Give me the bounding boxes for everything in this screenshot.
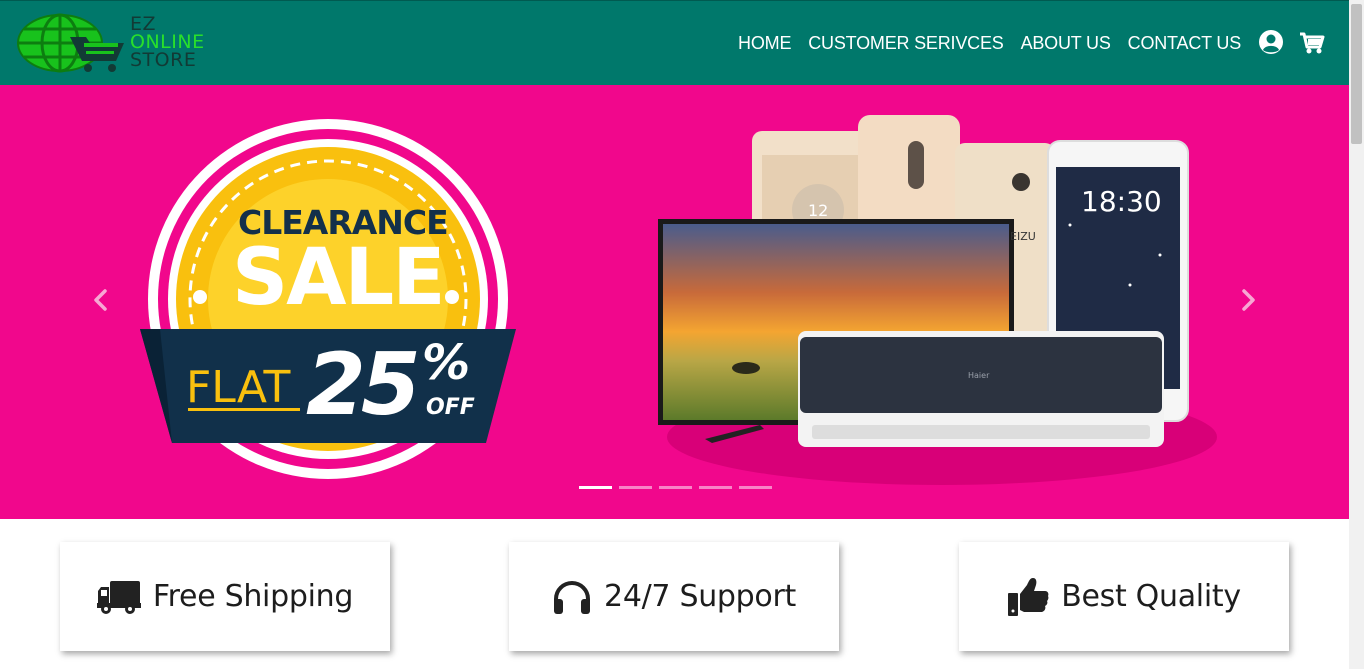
phone-time: 18:30 xyxy=(1081,185,1162,218)
scrollbar-thumb[interactable] xyxy=(1351,4,1362,144)
headphones-icon xyxy=(554,580,591,614)
carousel-prev-icon[interactable] xyxy=(86,285,116,315)
feature-label-support: 24/7 Support xyxy=(604,579,796,614)
store-logo[interactable]: EZ ONLINE STORE xyxy=(16,13,246,75)
feature-label-quality: Best Quality xyxy=(1061,579,1241,614)
feature-card-quality: Best Quality xyxy=(959,542,1289,651)
hero-carousel: CLEARANCE SALE FLAT 25 % OFF 18:30 12 EI… xyxy=(0,85,1349,519)
features-section: Free Shipping 24/7 Support Best Quality xyxy=(0,519,1349,669)
nav-about-us[interactable]: ABOUT US xyxy=(1021,33,1111,54)
cart-icon[interactable] xyxy=(1299,31,1325,55)
nav-customer-services[interactable]: CUSTOMER SERIVCES xyxy=(808,33,1004,54)
carousel-indicator-5[interactable] xyxy=(739,486,772,489)
truck-icon xyxy=(96,580,141,614)
phone-brand: EIZU xyxy=(1010,230,1036,243)
nav-links: HOME CUSTOMER SERIVCES ABOUT US CONTACT … xyxy=(738,1,1241,86)
page-scrollbar[interactable] xyxy=(1349,0,1364,669)
globe-cart-icon xyxy=(17,13,124,73)
carousel-next-icon[interactable] xyxy=(1233,285,1263,315)
badge-sale: SALE xyxy=(232,233,446,323)
badge-flat: FLAT xyxy=(186,362,291,413)
nav-contact-us[interactable]: CONTACT US xyxy=(1128,33,1242,54)
badge-percent: % xyxy=(422,335,471,391)
navbar: EZ ONLINE STORE HOME CUSTOMER SERIVCES A… xyxy=(0,0,1349,85)
logo-line-store: STORE xyxy=(130,49,197,71)
badge-off: OFF xyxy=(426,395,475,420)
thumbs-up-icon xyxy=(1008,577,1049,616)
carousel-indicators xyxy=(579,486,772,489)
carousel-indicator-3[interactable] xyxy=(659,486,692,489)
carousel-indicator-2[interactable] xyxy=(619,486,652,489)
carousel-indicator-4[interactable] xyxy=(699,486,732,489)
feature-label-shipping: Free Shipping xyxy=(152,579,354,614)
ac-brand: Haier xyxy=(968,371,990,380)
phone-clock: 12 xyxy=(808,201,829,220)
badge-amount: 25 xyxy=(306,335,421,435)
feature-card-support: 24/7 Support xyxy=(509,542,839,651)
nav-home[interactable]: HOME xyxy=(738,33,791,54)
feature-card-shipping: Free Shipping xyxy=(60,542,390,651)
hero-banner xyxy=(140,115,1217,485)
user-icon[interactable] xyxy=(1258,29,1284,55)
carousel-indicator-1[interactable] xyxy=(579,486,612,489)
